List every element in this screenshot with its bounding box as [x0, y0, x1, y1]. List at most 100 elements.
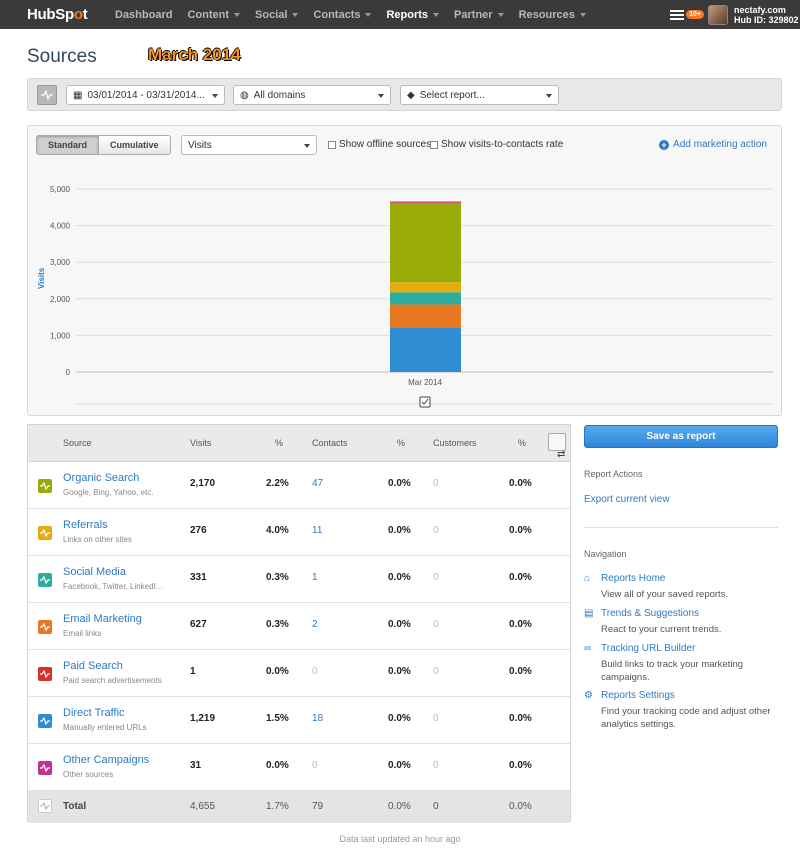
source-name-link[interactable]: Other Campaigns	[63, 754, 149, 766]
contacts-cell[interactable]: 1	[312, 572, 318, 583]
pulse-icon	[41, 90, 53, 100]
contacts-cell[interactable]: 2	[312, 619, 318, 630]
bar-segment-organic-search[interactable]	[390, 202, 461, 283]
nav-label: Reports	[386, 8, 429, 21]
report-select[interactable]: ◆ Select report...	[400, 85, 559, 105]
table-body: Organic Search Google, Bing, Yahoo, etc. 2…	[28, 462, 570, 791]
chevron-down-icon	[212, 94, 218, 98]
export-current-view-link[interactable]: Export current view	[584, 494, 670, 505]
contacts-cell[interactable]: 0	[312, 666, 318, 677]
y-tick-label: 2,000	[50, 295, 71, 304]
source-name-link[interactable]: Organic Search	[63, 472, 139, 484]
table-row: Social Media Facebook, Twitter, LinkedI..…	[28, 556, 570, 603]
col-source[interactable]: Source	[63, 438, 92, 448]
y-axis-ticks: 0 1,000 2,000 3,000 4,000 5,000	[50, 185, 71, 377]
nav-contacts[interactable]: Contacts	[313, 9, 372, 21]
bar-segment-referrals[interactable]	[390, 282, 461, 293]
contacts-cell[interactable]: 0	[312, 760, 318, 771]
nav-dashboard[interactable]: Dashboard	[115, 9, 172, 21]
swap-columns-button[interactable]: ⇄	[548, 433, 566, 460]
nav-partner[interactable]: Partner	[454, 9, 504, 21]
page-title: Sources	[27, 46, 97, 67]
bar-segment-email-marketing[interactable]	[390, 304, 461, 328]
chevron-down-icon	[234, 12, 241, 17]
visits-pct-cell: 1.5%	[266, 713, 289, 724]
contacts-cell[interactable]: 47	[312, 478, 323, 489]
visits-cell: 1,219	[190, 713, 216, 724]
source-pulse-icon	[38, 761, 52, 775]
nav-resources[interactable]: Resources	[519, 9, 586, 21]
col-visits-pct[interactable]: %	[275, 438, 283, 448]
col-contacts-pct[interactable]: %	[397, 438, 405, 448]
nav-link-title[interactable]: Reports Settings	[601, 690, 675, 701]
col-customers-pct[interactable]: %	[518, 438, 526, 448]
source-pulse-icon	[38, 526, 52, 540]
hubspot-logo[interactable]: HubSpot	[27, 6, 115, 23]
col-customers[interactable]: Customers	[433, 438, 477, 448]
account-info[interactable]: nectafy.com Hub ID: 329802	[734, 5, 800, 25]
nav-label: Partner	[454, 8, 493, 21]
contacts-pct-cell: 0.0%	[388, 713, 411, 724]
filter-bar: ▦ 03/01/2014 - 03/31/2014... ◍ All domai…	[27, 78, 782, 111]
contacts-cell[interactable]: 11	[312, 525, 322, 536]
contacts-cell[interactable]: 18	[312, 713, 323, 724]
chevron-down-icon	[365, 12, 372, 17]
checkbox-box[interactable]	[328, 140, 336, 149]
nav-link-title[interactable]: Tracking URL Builder	[601, 643, 695, 654]
chart-bars[interactable]	[390, 201, 461, 372]
nav-link-title[interactable]: Trends & Suggestions	[601, 608, 699, 619]
offline-sources-checkbox[interactable]: Show offline sources	[328, 139, 431, 150]
table-row: Paid Search Paid search advertisements 1 0.…	[28, 650, 570, 697]
notification-badge[interactable]: 10+	[686, 10, 704, 19]
checkbox-label: Show offline sources	[339, 139, 432, 150]
save-as-report-button[interactable]: Save as report	[584, 425, 778, 448]
cumulative-button[interactable]: Cumulative	[98, 136, 170, 154]
source-name-link[interactable]: Direct Traffic	[63, 707, 125, 719]
metric-select[interactable]: Visits	[181, 135, 317, 155]
visits-cell: 276	[190, 525, 207, 536]
col-contacts[interactable]: Contacts	[312, 438, 348, 448]
checkbox-box[interactable]	[430, 140, 438, 149]
customers-pct-cell: 0.0%	[509, 760, 532, 771]
nav-social[interactable]: Social	[255, 9, 299, 21]
pulse-icon	[38, 799, 52, 813]
checkbox-label: Show visits-to-contacts rate	[441, 139, 564, 150]
source-description: Email links	[63, 629, 102, 638]
logo-text-c: t	[82, 6, 88, 23]
source-name-link[interactable]: Email Marketing	[63, 613, 142, 625]
add-marketing-action-link[interactable]: + Add marketing action	[659, 139, 767, 150]
source-name-link[interactable]: Social Media	[63, 566, 126, 578]
customers-cell: 0	[433, 478, 439, 489]
nav-reports[interactable]: Reports	[386, 8, 440, 21]
date-range-select[interactable]: ▦ 03/01/2014 - 03/31/2014...	[66, 85, 225, 105]
bar-segment-direct-traffic[interactable]	[390, 327, 461, 372]
avatar[interactable]	[708, 4, 728, 25]
link-icon: ∞	[584, 643, 592, 654]
bar-segment-social-media[interactable]	[390, 292, 461, 305]
nav-content[interactable]: Content	[187, 9, 241, 21]
bar-segment-paid-search[interactable]	[390, 201, 461, 203]
visits-pct-cell: 0.3%	[266, 572, 289, 583]
contacts-pct-cell: 0.0%	[388, 760, 411, 771]
source-name-link[interactable]: Referrals	[63, 519, 108, 531]
total-contacts-pct: 0.0%	[388, 801, 411, 812]
nav-link-desc: Build links to track your marketing camp…	[601, 659, 744, 683]
annotation-calendar-icon[interactable]	[419, 396, 431, 408]
y-axis-label: Visits	[37, 267, 46, 289]
pulse-toggle-button[interactable]	[37, 85, 57, 105]
standard-button[interactable]: Standard	[37, 136, 99, 154]
visits-to-contacts-checkbox[interactable]: Show visits-to-contacts rate	[430, 139, 563, 150]
col-visits[interactable]: Visits	[190, 438, 211, 448]
contacts-pct-cell: 0.0%	[388, 478, 411, 489]
menu-icon[interactable]	[670, 9, 685, 20]
nav-link-desc: Find your tracking code and adjust other…	[601, 706, 771, 730]
visits-cell: 31	[190, 760, 202, 771]
source-name-link[interactable]: Paid Search	[63, 660, 123, 672]
month-annotation: March 2014	[148, 45, 241, 64]
visits-pct-cell: 0.0%	[266, 760, 289, 771]
trends-icon: ▤	[584, 608, 594, 619]
visits-cell: 1	[190, 666, 196, 677]
nav-link-title[interactable]: Reports Home	[601, 573, 665, 584]
domain-select[interactable]: ◍ All domains	[233, 85, 391, 105]
customers-pct-cell: 0.0%	[509, 572, 532, 583]
